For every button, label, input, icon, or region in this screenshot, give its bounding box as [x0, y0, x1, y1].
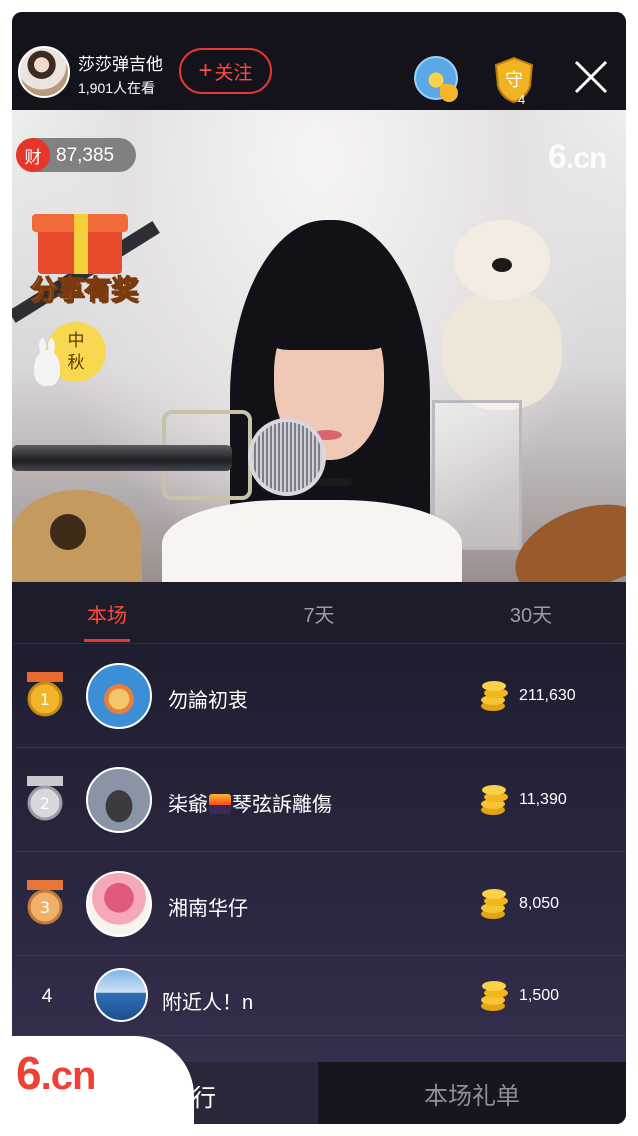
- coin-stack-icon: [481, 981, 508, 1011]
- share-prize-button[interactable]: 分享有奖: [16, 202, 152, 312]
- sunset-emoji-icon: [209, 794, 231, 814]
- avatar[interactable]: [86, 663, 152, 729]
- gift-amount: 211,630: [519, 687, 576, 704]
- midautumn-char: 中: [67, 331, 85, 350]
- streamer-shirt: [162, 500, 462, 582]
- coin-stack-icon: [481, 785, 508, 815]
- coin-stack-icon: [481, 889, 508, 919]
- avatar[interactable]: [94, 968, 148, 1022]
- guitar: [12, 490, 142, 582]
- gift-amount: 1,500: [519, 987, 560, 1004]
- tab-this-session[interactable]: 本场: [37, 582, 177, 644]
- mic-body: [12, 445, 232, 471]
- gift-amount: 8,050: [519, 895, 560, 912]
- rabbit-icon: [34, 338, 60, 386]
- username: 湘南华仔: [168, 898, 248, 920]
- rank-number: 4: [41, 986, 53, 1007]
- follow-label: 关注: [214, 62, 253, 84]
- avatar[interactable]: [86, 871, 152, 937]
- guard-char: 守: [505, 70, 523, 91]
- gift-amount: 11,390: [519, 791, 567, 808]
- silver-medal-icon: 2: [27, 776, 63, 821]
- guard-shield-icon[interactable]: 守: [492, 56, 536, 104]
- viewer-count: 1,901人在看: [78, 80, 156, 96]
- live-video[interactable]: 财 87,385 6.cn 分享有奖 中 秋: [12, 110, 626, 582]
- svg-text:3: 3: [40, 898, 50, 917]
- coin-stack-icon: [481, 681, 508, 711]
- plus-icon: +: [198, 57, 213, 84]
- wealth-value: 87,385: [56, 145, 115, 166]
- gold-medal-icon: 1: [27, 672, 63, 717]
- host-name[interactable]: 莎莎弹吉他: [78, 50, 163, 75]
- midautumn-event-button[interactable]: 中 秋: [34, 320, 106, 390]
- svg-text:2: 2: [40, 794, 50, 813]
- follow-button[interactable]: + 关注: [179, 48, 272, 94]
- hand-icon: [440, 84, 458, 102]
- bronze-medal-icon: 3: [27, 880, 63, 925]
- username: 附近人！n: [162, 992, 254, 1014]
- site-logo: 6.cn: [16, 1047, 96, 1099]
- tab-7-days[interactable]: 7天: [249, 582, 389, 644]
- ranking-row[interactable]: 1 勿論初衷 211,630: [12, 644, 626, 748]
- microphone-icon: [248, 418, 326, 496]
- host-avatar[interactable]: [18, 46, 70, 98]
- tab-underline: [84, 639, 130, 642]
- ranking-row[interactable]: 3 湘南华仔 8,050: [12, 852, 626, 956]
- guard-count: 4: [518, 92, 526, 107]
- avatar[interactable]: [86, 767, 152, 833]
- room-header: 莎莎弹吉他 1,901人在看 + 关注 守 4: [12, 12, 626, 110]
- wealth-badge[interactable]: 财 87,385: [16, 138, 136, 172]
- live-room-screen: 莎莎弹吉他 1,901人在看 + 关注 守 4 财 87,385 6.cn 分享…: [12, 12, 626, 1124]
- ranking-row[interactable]: 4 附近人！n 1,500: [12, 956, 626, 1036]
- teddy-bear: [442, 220, 562, 410]
- close-icon[interactable]: [572, 58, 610, 96]
- svg-text:1: 1: [40, 690, 50, 709]
- watermark: 6.cn: [548, 138, 607, 176]
- share-prize-label: 分享有奖: [30, 275, 139, 306]
- ranking-tabs: 本场 7天 30天: [12, 582, 626, 644]
- username: 柒爺 琴弦訴離傷: [168, 794, 332, 816]
- ranking-row[interactable]: 2 柒爺 琴弦訴離傷 11,390: [12, 748, 626, 852]
- streamer-bangs: [262, 260, 394, 350]
- username: 勿論初衷: [168, 690, 248, 712]
- gift-icon: [32, 214, 128, 274]
- tab-30-days[interactable]: 30天: [461, 582, 601, 644]
- logo-badge: 6.cn: [0, 1036, 194, 1124]
- wealth-icon: 财: [16, 138, 50, 172]
- gift-list-tab[interactable]: 本场礼单: [318, 1062, 626, 1124]
